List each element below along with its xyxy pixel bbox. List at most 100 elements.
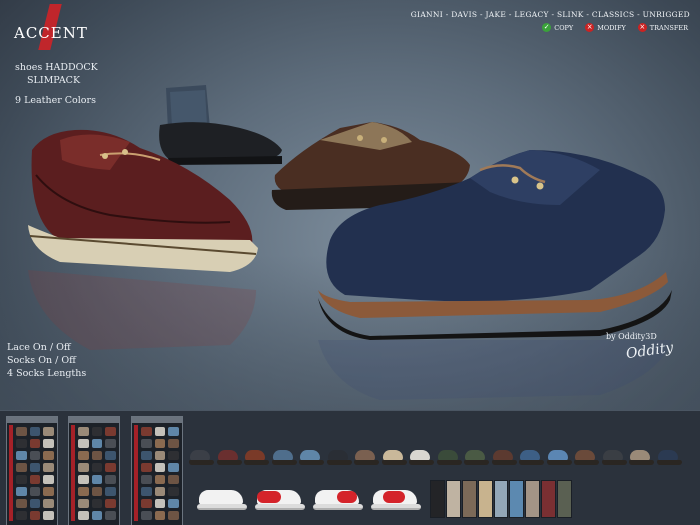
- hud-color-button: [78, 499, 89, 508]
- leather-thumbnail: [298, 448, 324, 468]
- leather-color-thumbnails: [188, 448, 693, 472]
- hud-color-button: [141, 463, 152, 472]
- hud-color-button: [29, 451, 41, 460]
- leather-thumbnail: [628, 448, 654, 468]
- hud-color-button: [29, 439, 41, 448]
- feature-list: Lace On / Off Socks On / Off 4 Socks Len…: [7, 341, 86, 380]
- white-shoe-thumbnail: [311, 486, 363, 514]
- permission-transfer: × TRANSFER: [637, 23, 688, 32]
- hud-color-button: [141, 511, 152, 520]
- leather-thumbnail: [463, 448, 489, 468]
- leather-thumbnail: [243, 448, 269, 468]
- hud-color-button: [141, 475, 152, 484]
- brand-logo: ACCENT: [14, 4, 88, 50]
- leather-thumbnail: [491, 448, 517, 468]
- hud-color-button: [141, 439, 152, 448]
- feature-item: Lace On / Off: [7, 342, 71, 353]
- hud-color-button: [16, 463, 27, 472]
- hud-color-button: [43, 499, 54, 508]
- hud-color-button: [168, 439, 179, 448]
- hud-grid: [141, 427, 179, 521]
- hud-color-button: [154, 451, 166, 460]
- hud-color-button: [43, 463, 54, 472]
- hud-titlebar: [132, 417, 182, 423]
- cross-icon: ×: [637, 23, 647, 32]
- hud-color-button: [154, 499, 166, 508]
- leather-swatch: [493, 480, 509, 518]
- hud-color-button: [29, 427, 41, 436]
- shoes-illustration: [28, 85, 672, 400]
- hud-color-button: [43, 439, 54, 448]
- leather-thumbnail: [216, 448, 242, 468]
- leather-thumbnail: [573, 448, 599, 468]
- hud-color-button: [168, 487, 179, 496]
- leather-thumbnail: [656, 448, 682, 468]
- permission-label: TRANSFER: [649, 23, 688, 32]
- hud-color-button: [168, 463, 179, 472]
- hud-color-button: [141, 487, 152, 496]
- hud-color-button: [154, 463, 166, 472]
- leather-swatch: [477, 480, 493, 518]
- hud-color-button: [16, 451, 27, 460]
- hud-color-button: [105, 439, 116, 448]
- hud-color-button: [16, 499, 27, 508]
- hud-color-button: [29, 487, 41, 496]
- hud-color-button: [168, 499, 179, 508]
- sock-variant-thumbnails: [195, 486, 425, 516]
- leather-swatches: [430, 480, 573, 520]
- leather-thumbnail: [518, 448, 544, 468]
- hud-color-button: [141, 451, 152, 460]
- hud-color-button: [105, 451, 116, 460]
- hud-color-button: [78, 475, 89, 484]
- hud-color-button: [141, 499, 152, 508]
- permissions: ✓ COPY × MODIFY × TRANSFER: [542, 23, 688, 32]
- product-line-2: SLIMPACK: [27, 75, 81, 86]
- hud-panel: [131, 416, 183, 525]
- black-shoe-with-sock: [159, 85, 282, 165]
- hud-color-button: [154, 487, 166, 496]
- hud-color-button: [78, 451, 89, 460]
- leather-thumbnail: [188, 448, 214, 468]
- hud-color-button: [43, 475, 54, 484]
- hud-color-button: [29, 463, 41, 472]
- hud-color-button: [43, 487, 54, 496]
- product-line-1: shoes HADDOCK: [15, 62, 98, 73]
- hud-color-button: [105, 463, 116, 472]
- hud-color-button: [91, 463, 103, 472]
- hud-titlebar: [7, 417, 57, 423]
- hud-panel: [6, 416, 58, 525]
- hud-color-button: [78, 439, 89, 448]
- hud-color-button: [91, 451, 103, 460]
- hud-color-button: [105, 475, 116, 484]
- check-icon: ✓: [542, 23, 552, 32]
- preview-strip: [0, 410, 700, 525]
- leather-thumbnail: [381, 448, 407, 468]
- leather-swatch: [525, 480, 541, 518]
- hud-color-button: [78, 427, 89, 436]
- author-credit: by Oddity3D: [606, 332, 657, 341]
- leather-thumbnail: [601, 448, 627, 468]
- hud-color-button: [91, 439, 103, 448]
- hud-color-button: [91, 511, 103, 520]
- hud-color-button: [168, 451, 179, 460]
- hud-color-button: [154, 475, 166, 484]
- hud-color-button: [168, 511, 179, 520]
- leather-swatch: [541, 480, 557, 518]
- leather-thumbnail: [353, 448, 379, 468]
- hud-color-button: [168, 427, 179, 436]
- hud-grid: [78, 427, 116, 521]
- hud-color-button: [16, 487, 27, 496]
- hud-color-button: [141, 427, 152, 436]
- permission-label: MODIFY: [597, 23, 626, 32]
- hud-color-button: [16, 475, 27, 484]
- hud-color-button: [78, 487, 89, 496]
- hud-titlebar: [69, 417, 119, 423]
- leather-swatch: [430, 480, 445, 518]
- feature-item: Socks On / Off: [7, 355, 76, 366]
- hud-color-button: [91, 427, 103, 436]
- supported-bodies: GIANNI - DAVIS - JAKE - LEGACY - SLINK -…: [410, 10, 690, 19]
- hud-color-button: [154, 427, 166, 436]
- hud-color-button: [16, 439, 27, 448]
- hud-color-button: [43, 451, 54, 460]
- leather-swatch: [445, 480, 461, 518]
